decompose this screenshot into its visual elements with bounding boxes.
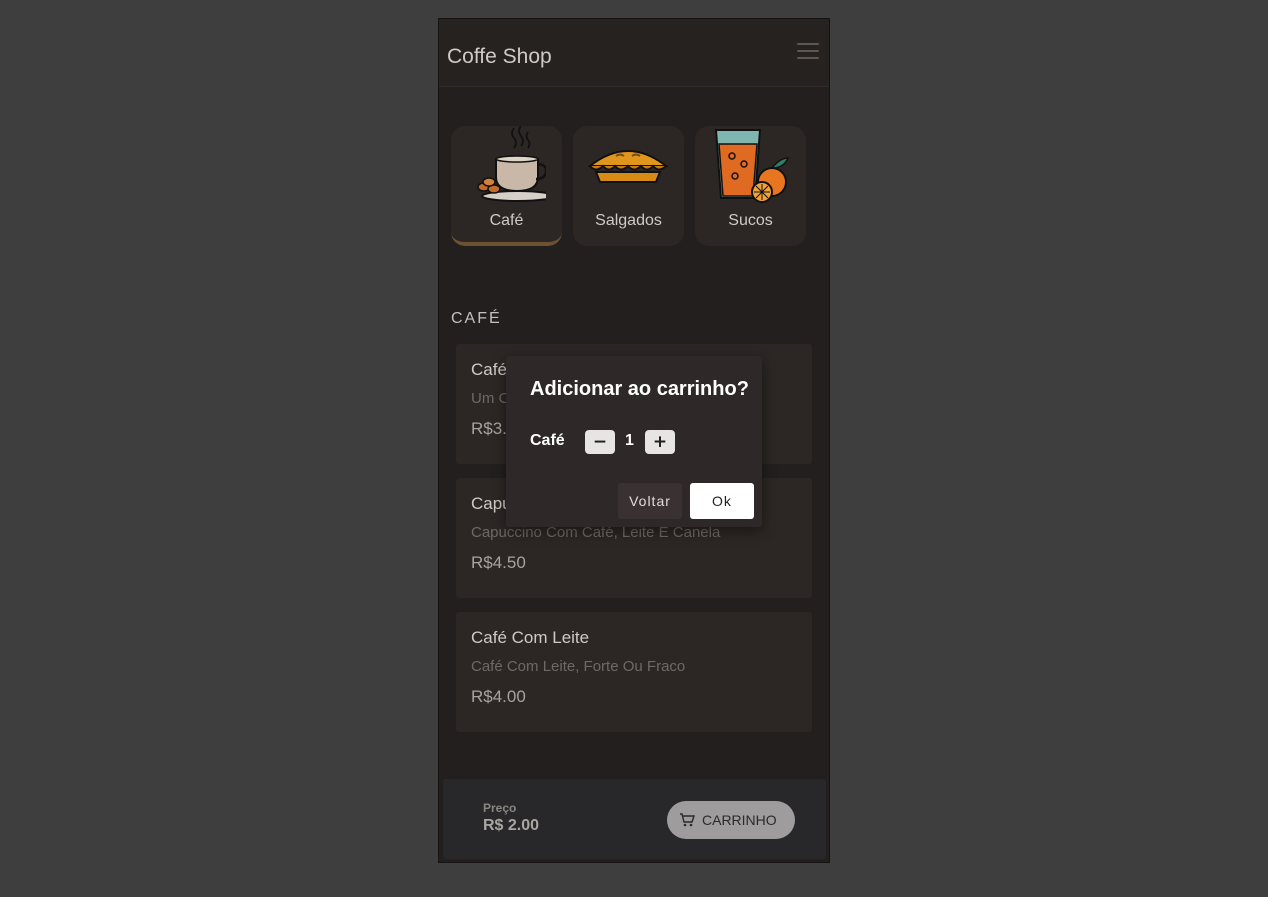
- ok-button[interactable]: Ok: [690, 483, 754, 519]
- product-description: Um C: [471, 390, 510, 407]
- bottom-bar: Preço R$ 2.00 CARRINHO: [443, 779, 826, 859]
- category-label: Sucos: [728, 212, 773, 229]
- hamburger-menu-icon[interactable]: [797, 43, 819, 59]
- product-description: Café Com Leite, Forte Ou Fraco: [471, 658, 686, 675]
- product-card[interactable]: Café Com Leite Café Com Leite, Forte Ou …: [456, 612, 812, 732]
- price-label: Preço: [483, 801, 517, 815]
- cart-label: CARRINHO: [702, 812, 777, 828]
- category-list: Café Salgados Sucos: [451, 126, 819, 248]
- section-title: CAFÉ: [451, 310, 502, 327]
- category-cafe[interactable]: Café: [451, 126, 562, 246]
- dialog-title: Adicionar ao carrinho?: [530, 378, 749, 400]
- add-to-cart-dialog: Adicionar ao carrinho? Café − 1 + Voltar…: [506, 356, 762, 527]
- dialog-item-name: Café: [530, 432, 565, 449]
- back-button[interactable]: Voltar: [618, 483, 682, 519]
- product-price: R$4.50: [471, 553, 526, 572]
- product-price: R$3.: [471, 419, 507, 438]
- coffee-cup-icon: [477, 126, 546, 202]
- shopping-cart-icon: [680, 813, 695, 827]
- product-name: Café Com Leite: [471, 628, 590, 647]
- category-label: Salgados: [595, 212, 662, 229]
- category-salgados[interactable]: Salgados: [573, 126, 684, 246]
- cart-button[interactable]: CARRINHO: [667, 801, 795, 839]
- category-sucos[interactable]: Sucos: [695, 126, 806, 246]
- quantity-value: 1: [625, 432, 634, 449]
- category-label: Café: [489, 212, 524, 229]
- price-value: R$ 2.00: [483, 817, 540, 834]
- product-price: R$4.00: [471, 687, 526, 706]
- increase-quantity-button[interactable]: +: [645, 430, 675, 454]
- pie-icon: [588, 150, 668, 183]
- orange-juice-icon: [714, 129, 790, 203]
- app-title: Coffe Shop: [447, 45, 552, 68]
- decrease-quantity-button[interactable]: −: [585, 430, 615, 454]
- app-bar: Coffe Shop: [439, 19, 829, 87]
- product-name: Café: [471, 360, 507, 379]
